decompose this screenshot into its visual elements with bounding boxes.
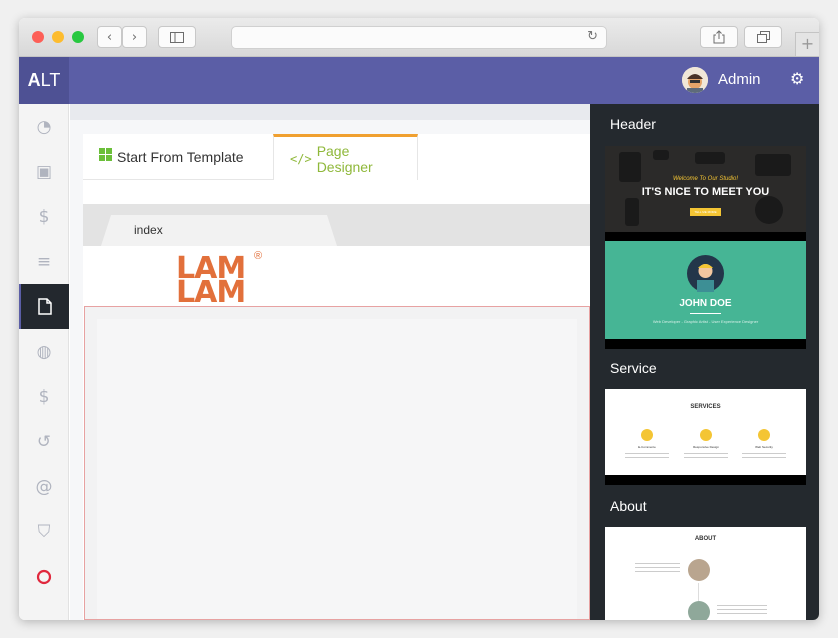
tab-label: Start From Template (117, 148, 244, 165)
sidebar-item-email[interactable]: @ (19, 464, 69, 509)
sidebar-item-dashboard[interactable]: ◔ (19, 104, 69, 149)
money-icon: ▣ (35, 161, 53, 182)
header-welcome-text: Welcome To Our Studio! (672, 176, 739, 182)
dollar-icon: $ (38, 386, 50, 407)
forward-button[interactable]: › (122, 26, 147, 48)
service-item-label: E-Commerce (638, 445, 656, 449)
tab-start-from-template[interactable]: Start From Template (83, 134, 273, 180)
address-bar[interactable]: ↻ (231, 26, 607, 49)
gears-icon[interactable]: ⚙ (790, 69, 804, 88)
designer-panel: Start From Template </> Page Designer in… (83, 134, 590, 620)
logo-rest: LT (40, 70, 61, 90)
sidebar-toggle-button[interactable] (158, 26, 196, 48)
tabs-icon (756, 31, 770, 43)
section-title-service: Service (610, 360, 657, 376)
history-icon: ↺ (36, 431, 52, 452)
tabs-button[interactable] (744, 26, 782, 48)
tab-label: Page Designer (316, 142, 373, 175)
sidebar-item-history[interactable]: ↺ (19, 419, 69, 464)
chevron-right-icon: › (131, 29, 138, 45)
page-icon (38, 298, 52, 315)
header-headline-text: IT'S NICE TO MEET YOU (641, 186, 770, 198)
grid-icon (99, 148, 112, 165)
app-logo[interactable]: A LT (19, 57, 69, 104)
section-title-about: About (610, 498, 647, 514)
globe-icon: ◍ (36, 341, 52, 362)
maximize-window-button[interactable] (72, 31, 84, 43)
page-tab-bar: index (83, 204, 590, 246)
page-tab-label: index (134, 223, 163, 237)
profile-block-thumbnail[interactable]: JOHN DOE Web Developer - Graphic Artist … (605, 241, 806, 339)
sidebar-item-globe[interactable]: ◍ (19, 329, 69, 374)
blocks-panel: Header Welcome To Our Studio! IT'S NICE … (590, 104, 819, 620)
about-timeline-image (688, 601, 710, 620)
shield-icon: ⛉ (37, 521, 51, 542)
chevron-left-icon: ‹ (106, 29, 113, 45)
share-button[interactable] (700, 26, 738, 48)
profile-subtitle: Web Developer - Graphic Artist - User Ex… (652, 319, 759, 324)
new-tab-button[interactable]: + (795, 32, 819, 56)
app-header: A LT Admin ⚙ (19, 57, 819, 104)
at-icon: @ (35, 476, 53, 497)
sidebar-item-billing[interactable]: $ (19, 374, 69, 419)
tab-page-designer[interactable]: </> Page Designer (273, 134, 418, 180)
brand-logo[interactable]: LAM LAM ® (176, 250, 266, 310)
content-top-strip (70, 104, 590, 120)
responsive-icon (700, 429, 712, 441)
logo-line-2: LAM (176, 275, 246, 310)
about-block-thumbnail[interactable]: ABOUT (605, 527, 806, 620)
profile-avatar (687, 255, 724, 292)
service-item-label: Web Security (755, 445, 773, 449)
share-icon (713, 30, 725, 44)
sidebar-item-security[interactable]: ⛉ (19, 509, 69, 554)
thumbnail-divider (605, 339, 806, 349)
service-block-thumbnail[interactable]: SERVICES E-Commerce Responsive Design We… (605, 389, 806, 475)
sidebar-icon (170, 31, 184, 43)
user-name[interactable]: Admin (718, 71, 761, 88)
security-icon (758, 429, 770, 441)
close-window-button[interactable] (32, 31, 44, 43)
service-item-label: Responsive Design (693, 445, 719, 449)
registered-mark: ® (254, 250, 263, 262)
main-content: Start From Template </> Page Designer in… (70, 104, 590, 620)
logo-letter: A (27, 70, 41, 90)
header-cta-button: TELL ME MORE (690, 208, 721, 216)
avatar-image (682, 67, 708, 93)
sidebar-item-pages[interactable] (19, 284, 69, 329)
sidebar-item-help[interactable] (19, 554, 69, 599)
sidebar: ◔ ▣ $ ≡ ◍ $ ↺ @ ⛉ (19, 104, 69, 620)
reload-icon[interactable]: ↻ (587, 29, 598, 44)
profile-divider (690, 313, 721, 314)
header-block-thumbnail[interactable]: Welcome To Our Studio! IT'S NICE TO MEET… (605, 146, 806, 232)
circle-icon (36, 569, 52, 584)
sidebar-item-database[interactable]: ≡ (19, 239, 69, 284)
services-title: SERVICES (690, 404, 721, 410)
code-icon: </> (290, 151, 312, 166)
browser-titlebar: ‹ › ↻ + (19, 18, 819, 57)
drop-zone-inner (97, 319, 577, 619)
database-icon: ≡ (36, 251, 52, 272)
sidebar-item-money[interactable]: ▣ (19, 149, 69, 194)
ecommerce-icon (641, 429, 653, 441)
browser-window: ‹ › ↻ + A LT Admin ⚙ ◔ ▣ $ ≡ ◍ $ ↺ @ ⛉ S… (19, 18, 819, 620)
sidebar-item-dollar[interactable]: $ (19, 194, 69, 239)
page-tab-index[interactable]: index (101, 215, 337, 246)
design-canvas[interactable]: LAM LAM ® (83, 246, 590, 620)
avatar[interactable] (682, 67, 708, 93)
profile-name: JOHN DOE (679, 298, 732, 309)
back-button[interactable]: ‹ (97, 26, 122, 48)
thumbnail-divider (605, 475, 806, 485)
drop-zone[interactable] (84, 306, 590, 620)
about-timeline-image (688, 559, 710, 581)
dashboard-icon: ◔ (36, 116, 52, 137)
dollar-icon: $ (38, 206, 50, 227)
minimize-window-button[interactable] (52, 31, 64, 43)
about-title: ABOUT (694, 536, 717, 542)
section-title-header: Header (610, 116, 656, 132)
